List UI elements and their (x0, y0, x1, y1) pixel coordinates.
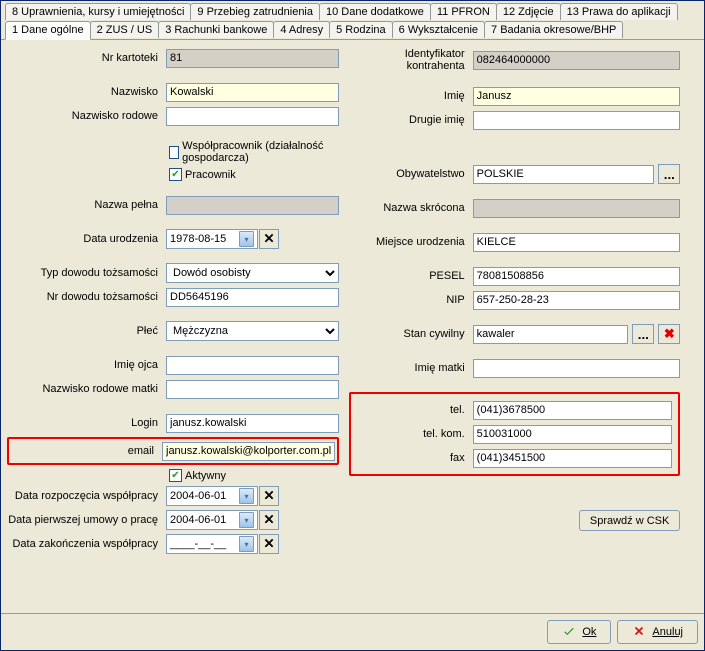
aktywny-label: Aktywny (185, 470, 226, 482)
nazwa-pelna-field[interactable] (166, 196, 339, 215)
data-rozpoczecia-field[interactable]: 2004-06-01 ▾ (166, 486, 258, 506)
plec-select[interactable]: Mężczyzna (166, 321, 339, 341)
pesel-label: PESEL (349, 270, 469, 282)
tab-5[interactable]: 5 Rodzina (329, 21, 393, 38)
miejsce-urodzenia-label: Miejsce urodzenia (349, 236, 469, 248)
data-pierwszej-field[interactable]: 2004-06-01 ▾ (166, 510, 258, 530)
obywatelstwo-label: Obywatelstwo (349, 168, 469, 180)
email-label: email (11, 445, 158, 457)
tab-13[interactable]: 13 Prawa do aplikacji (560, 3, 678, 20)
stan-cywilny-field[interactable] (473, 325, 629, 344)
drugie-imie-field[interactable] (473, 111, 681, 130)
sprawdz-csk-button[interactable]: Sprawdź w CSK (579, 510, 680, 531)
tab-11[interactable]: 11 PFRON (430, 3, 497, 20)
email-field[interactable] (162, 442, 335, 461)
nazwisko-rodowe-matki-field[interactable] (166, 380, 339, 399)
obywatelstwo-field[interactable] (473, 165, 655, 184)
contact-section: tel. tel. kom. fax (349, 392, 681, 476)
stan-cywilny-browse-button[interactable]: ... (632, 324, 654, 344)
nip-field[interactable] (473, 291, 681, 310)
tab-3[interactable]: 3 Rachunki bankowe (158, 21, 274, 38)
tab-10[interactable]: 10 Dane dodatkowe (319, 3, 431, 20)
fax-label: fax (357, 452, 469, 464)
dialog-buttons: Ok Anuluj (1, 613, 704, 650)
tel-field[interactable] (473, 401, 673, 420)
typ-dowodu-select[interactable]: Dowód osobisty (166, 263, 339, 283)
id-kontrahenta-field[interactable] (473, 51, 681, 70)
nazwisko-rodowe-matki-label: Nazwisko rodowe matki (7, 383, 162, 395)
wspolpracownik-checkbox[interactable] (169, 146, 179, 159)
imie-ojca-field[interactable] (166, 356, 339, 375)
chevron-down-icon[interactable]: ▾ (239, 512, 254, 528)
chevron-down-icon[interactable]: ▾ (239, 536, 254, 552)
pracownik-checkbox[interactable]: ✔ (169, 168, 182, 181)
tab-9[interactable]: 9 Przebieg zatrudnienia (190, 3, 320, 20)
nazwisko-field[interactable] (166, 83, 339, 102)
data-rozpoczecia-clear-button[interactable]: ✕ (259, 486, 279, 506)
pracownik-label: Pracownik (185, 169, 236, 181)
tab-row-upper: 8 Uprawnienia, kursy i umiejętności 9 Pr… (1, 1, 704, 21)
imie-matki-label: Imię matki (349, 362, 469, 374)
nr-kartoteki-field[interactable] (166, 49, 339, 68)
check-icon (562, 624, 576, 641)
nazwisko-label: Nazwisko (7, 86, 162, 98)
nr-kartoteki-label: Nr kartoteki (7, 52, 162, 64)
nip-label: NIP (349, 294, 469, 306)
data-urodzenia-label: Data urodzenia (7, 233, 162, 245)
fax-field[interactable] (473, 449, 673, 468)
data-pierwszej-label: Data pierwszej umowy o pracę (7, 514, 162, 526)
tab-8[interactable]: 8 Uprawnienia, kursy i umiejętności (5, 3, 191, 20)
tab-2[interactable]: 2 ZUS / US (90, 21, 160, 38)
tab-4[interactable]: 4 Adresy (273, 21, 330, 38)
tab-7[interactable]: 7 Badania okresowe/BHP (484, 21, 623, 38)
imie-matki-field[interactable] (473, 359, 681, 378)
stan-cywilny-delete-button[interactable]: ✖ (658, 324, 680, 344)
close-icon (632, 624, 646, 641)
tel-label: tel. (357, 404, 469, 416)
ok-button[interactable]: Ok (547, 620, 611, 644)
imie-ojca-label: Imię ojca (7, 359, 162, 371)
obywatelstwo-browse-button[interactable]: ... (658, 164, 680, 184)
nazwa-skrocona-field[interactable] (473, 199, 681, 218)
nr-dowodu-label: Nr dowodu tożsamości (7, 291, 162, 303)
tab-12[interactable]: 12 Zdjęcie (496, 3, 561, 20)
typ-dowodu-label: Typ dowodu tożsamości (7, 267, 162, 279)
nazwa-pelna-label: Nazwa pełna (7, 199, 162, 211)
login-field[interactable] (166, 414, 339, 433)
data-rozpoczecia-label: Data rozpoczęcia współpracy (7, 490, 162, 502)
drugie-imie-label: Drugie imię (349, 114, 469, 126)
stan-cywilny-label: Stan cywilny (349, 328, 469, 340)
nazwa-skrocona-label: Nazwa skrócona (349, 202, 469, 214)
nazwisko-rodowe-label: Nazwisko rodowe (7, 110, 162, 122)
data-urodzenia-field[interactable]: 1978-08-15 ▾ (166, 229, 258, 249)
wspolpracownik-label: Współpracownik (działalność gospodarcza) (182, 140, 339, 164)
data-zakonczenia-clear-button[interactable]: ✕ (259, 534, 279, 554)
tab-1[interactable]: 1 Dane ogólne (5, 21, 91, 40)
data-zakonczenia-label: Data zakończenia współpracy (7, 538, 162, 550)
telkom-field[interactable] (473, 425, 673, 444)
login-label: Login (7, 417, 162, 429)
nr-dowodu-field[interactable] (166, 288, 339, 307)
chevron-down-icon[interactable]: ▾ (239, 488, 254, 504)
anuluj-button[interactable]: Anuluj (617, 620, 698, 644)
tab-6[interactable]: 6 Wykształcenie (392, 21, 485, 38)
aktywny-checkbox[interactable]: ✔ (169, 469, 182, 482)
data-zakonczenia-field[interactable]: ____-__-__ ▾ (166, 534, 258, 554)
plec-label: Płeć (7, 325, 162, 337)
tab-row-lower: 1 Dane ogólne 2 ZUS / US 3 Rachunki bank… (1, 21, 704, 39)
data-urodzenia-clear-button[interactable]: ✕ (259, 229, 279, 249)
id-kontrahenta-label: Identyfikator kontrahenta (349, 48, 469, 72)
imie-field[interactable] (473, 87, 681, 106)
data-pierwszej-clear-button[interactable]: ✕ (259, 510, 279, 530)
imie-label: Imię (349, 90, 469, 102)
chevron-down-icon[interactable]: ▾ (239, 231, 254, 247)
nazwisko-rodowe-field[interactable] (166, 107, 339, 126)
pesel-field[interactable] (473, 267, 681, 286)
telkom-label: tel. kom. (357, 428, 469, 440)
miejsce-urodzenia-field[interactable] (473, 233, 681, 252)
